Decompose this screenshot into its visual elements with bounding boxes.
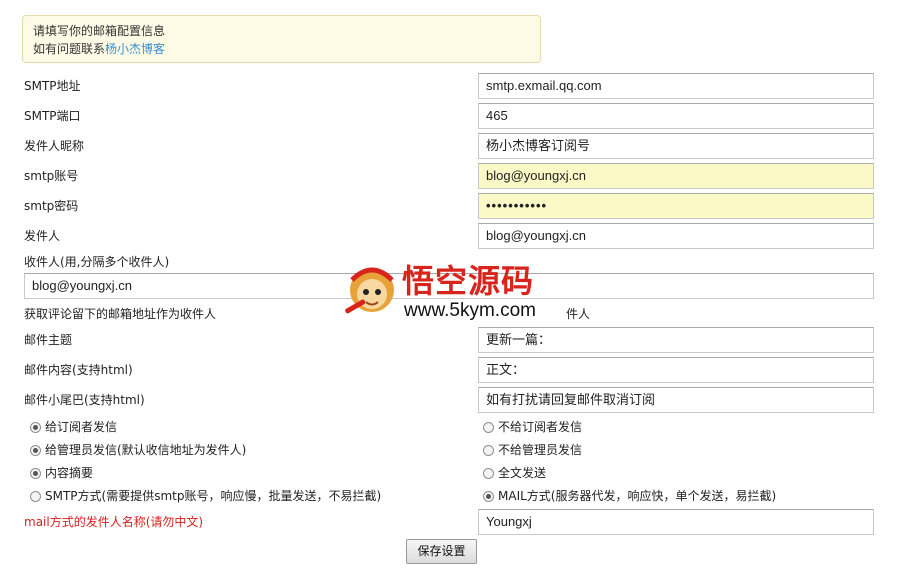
radio-fulltext[interactable]: 全文发送 (483, 466, 546, 480)
content-label: 邮件内容(支持html) (24, 363, 133, 377)
radio-dot[interactable] (30, 491, 41, 502)
mail-sender-name-input[interactable]: Youngxj (478, 509, 874, 535)
footer-input[interactable]: 如有打扰请回复邮件取消订阅 (478, 387, 874, 413)
sender-nickname-label: 发件人昵称 (24, 139, 85, 153)
comment-email-option: 获取评论留下的邮箱地址作为收件人 (24, 307, 217, 321)
radio-label: MAIL方式(服务器代发，响应快，单个发送，易拦截) (498, 489, 777, 503)
save-settings-button[interactable]: 保存设置 (406, 539, 477, 564)
blog-link[interactable]: 杨小杰博客 (105, 42, 165, 56)
watermark-url: www.5kym.com (404, 300, 536, 321)
monkey-logo-icon (345, 267, 394, 314)
subject-input[interactable]: 更新一篇： (478, 327, 874, 353)
watermark-logo: 悟空源码 www.5kym.com (338, 254, 570, 326)
radio-no-send-admin[interactable]: 不给管理员发信 (483, 443, 582, 457)
radio-dot[interactable] (30, 468, 41, 479)
footer-label: 邮件小尾巴(支持html) (24, 393, 145, 407)
radio-summary[interactable]: 内容摘要 (30, 466, 93, 480)
sender-label: 发件人 (24, 229, 61, 243)
radio-dot[interactable] (30, 422, 41, 433)
notice-line2: 如有问题联系杨小杰博客 (33, 40, 530, 58)
radio-label: 不给订阅者发信 (498, 420, 583, 434)
radio-label: 不给管理员发信 (498, 443, 583, 457)
mail-sender-name-label: mail方式的发件人名称(请勿中文) (24, 515, 204, 529)
radio-label: 给订阅者发信 (45, 420, 118, 434)
smtp-address-input[interactable]: smtp.exmail.qq.com (478, 73, 874, 99)
radio-label: SMTP方式(需要提供smtp账号，响应慢，批量发送，不易拦截) (45, 489, 382, 503)
watermark-title: 悟空源码 (402, 262, 535, 300)
radio-dot[interactable] (483, 468, 494, 479)
radio-dot[interactable] (483, 445, 494, 456)
radio-dot[interactable] (483, 422, 494, 433)
radio-smtp-mode[interactable]: SMTP方式(需要提供smtp账号，响应慢，批量发送，不易拦截) (30, 489, 381, 503)
radio-dot[interactable] (483, 491, 494, 502)
radio-send-admin[interactable]: 给管理员发信(默认收信地址为发件人) (30, 443, 246, 457)
recipients-label: 收件人(用,分隔多个收件人) (24, 255, 170, 269)
notice-box: 请填写你的邮箱配置信息 如有问题联系杨小杰博客 (22, 15, 541, 63)
notice-prefix: 如有问题联系 (33, 42, 106, 56)
notice-line1: 请填写你的邮箱配置信息 (33, 24, 166, 38)
smtp-password-input[interactable]: ••••••••••• (478, 193, 874, 219)
smtp-account-input[interactable]: blog@youngxj.cn (478, 163, 874, 189)
radio-label: 内容摘要 (45, 466, 94, 480)
smtp-password-label: smtp密码 (24, 199, 79, 213)
smtp-address-label: SMTP地址 (24, 79, 81, 93)
radio-send-subscribers[interactable]: 给订阅者发信 (30, 420, 117, 434)
sender-nickname-input[interactable]: 杨小杰博客订阅号 (478, 133, 874, 159)
sender-input[interactable]: blog@youngxj.cn (478, 223, 874, 249)
smtp-account-label: smtp账号 (24, 169, 79, 183)
radio-label: 给管理员发信(默认收信地址为发件人) (45, 443, 247, 457)
content-input[interactable]: 正文： (478, 357, 874, 383)
radio-dot[interactable] (30, 445, 41, 456)
radio-label: 全文发送 (498, 466, 547, 480)
smtp-port-label: SMTP端口 (24, 109, 81, 123)
radio-mail-mode[interactable]: MAIL方式(服务器代发，响应快，单个发送，易拦截) (483, 489, 776, 503)
radio-no-send-subscribers[interactable]: 不给订阅者发信 (483, 420, 582, 434)
smtp-port-input[interactable]: 465 (478, 103, 874, 129)
subject-label: 邮件主题 (24, 333, 73, 347)
